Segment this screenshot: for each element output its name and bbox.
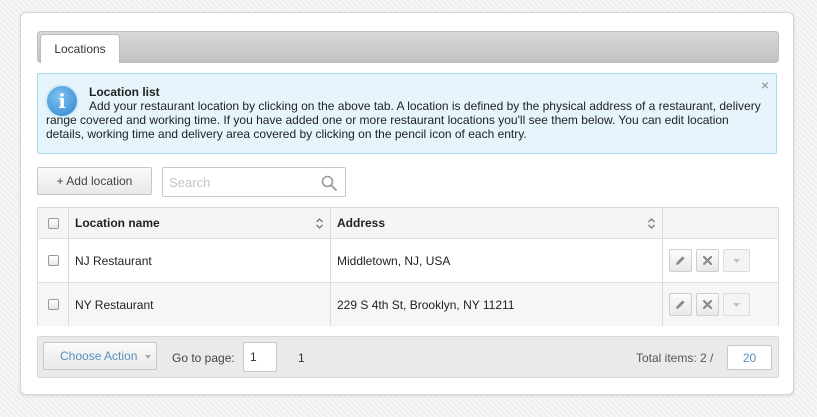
info-title: Location list [89,85,160,99]
search-input[interactable] [163,168,313,196]
select-all-checkbox[interactable] [47,217,59,229]
sort-icon[interactable] [647,217,656,230]
close-icon[interactable]: × [761,77,769,93]
actions-cell [663,239,778,282]
delete-button[interactable] [696,249,719,272]
close-icon [703,300,712,309]
more-actions-dropdown[interactable] [723,293,750,316]
column-header-label: Address [337,216,386,230]
row-checkbox[interactable] [47,255,59,266]
tab-bar: Locations [37,31,779,63]
table-header-row: Location name Address [38,208,778,239]
add-location-button[interactable]: + Add location [37,167,152,195]
page-input[interactable] [243,342,277,372]
location-name-cell: NJ Restaurant [69,239,331,282]
choose-action-dropdown[interactable]: Choose Action [43,342,157,370]
tab-locations[interactable]: Locations [40,34,120,63]
search-icon[interactable] [321,175,337,191]
column-header-label: Location name [75,216,160,230]
sort-icon[interactable] [315,217,324,230]
location-name-cell: NY Restaurant [69,283,331,326]
row-check-cell [38,283,69,326]
column-header-actions [663,208,778,238]
per-page-select[interactable]: 20 [727,345,772,370]
goto-page-label: Go to page: [172,351,235,365]
more-actions-dropdown[interactable] [723,249,750,272]
locations-panel: Locations i Location list Add your resta… [20,12,794,395]
address-cell: 229 S 4th St, Brooklyn, NY 11211 [331,283,663,326]
choose-action-label: Choose Action [60,349,138,363]
column-header-address[interactable]: Address [331,208,663,238]
edit-button[interactable] [669,249,692,272]
actions-cell [663,283,778,326]
table-row: NJ Restaurant Middletown, NJ, USA [38,239,778,283]
close-icon [703,256,712,265]
row-check-cell [38,239,69,282]
info-text: Add your restaurant location by clicking… [46,99,761,141]
edit-button[interactable] [669,293,692,316]
info-box: i Location list Add your restaurant loca… [37,73,777,154]
pencil-icon [676,300,685,309]
total-items-label: Total items: 2 / [636,351,714,365]
table-row: NY Restaurant 229 S 4th St, Brooklyn, NY… [38,283,778,326]
delete-button[interactable] [696,293,719,316]
column-header-location-name[interactable]: Location name [69,208,331,238]
locations-table: Location name Address NJ Restaurant Midd… [37,207,779,326]
search-box [162,167,346,197]
row-checkbox[interactable] [47,299,59,310]
chevron-down-icon [145,355,151,359]
pencil-icon [676,256,685,265]
address-cell: Middletown, NJ, USA [331,239,663,282]
chevron-down-icon [733,258,740,263]
page-count: 1 [298,351,305,365]
chevron-down-icon [733,302,740,307]
select-all-cell [38,208,69,238]
pagination-bar: Choose Action Go to page: 1 Total items:… [37,336,779,378]
